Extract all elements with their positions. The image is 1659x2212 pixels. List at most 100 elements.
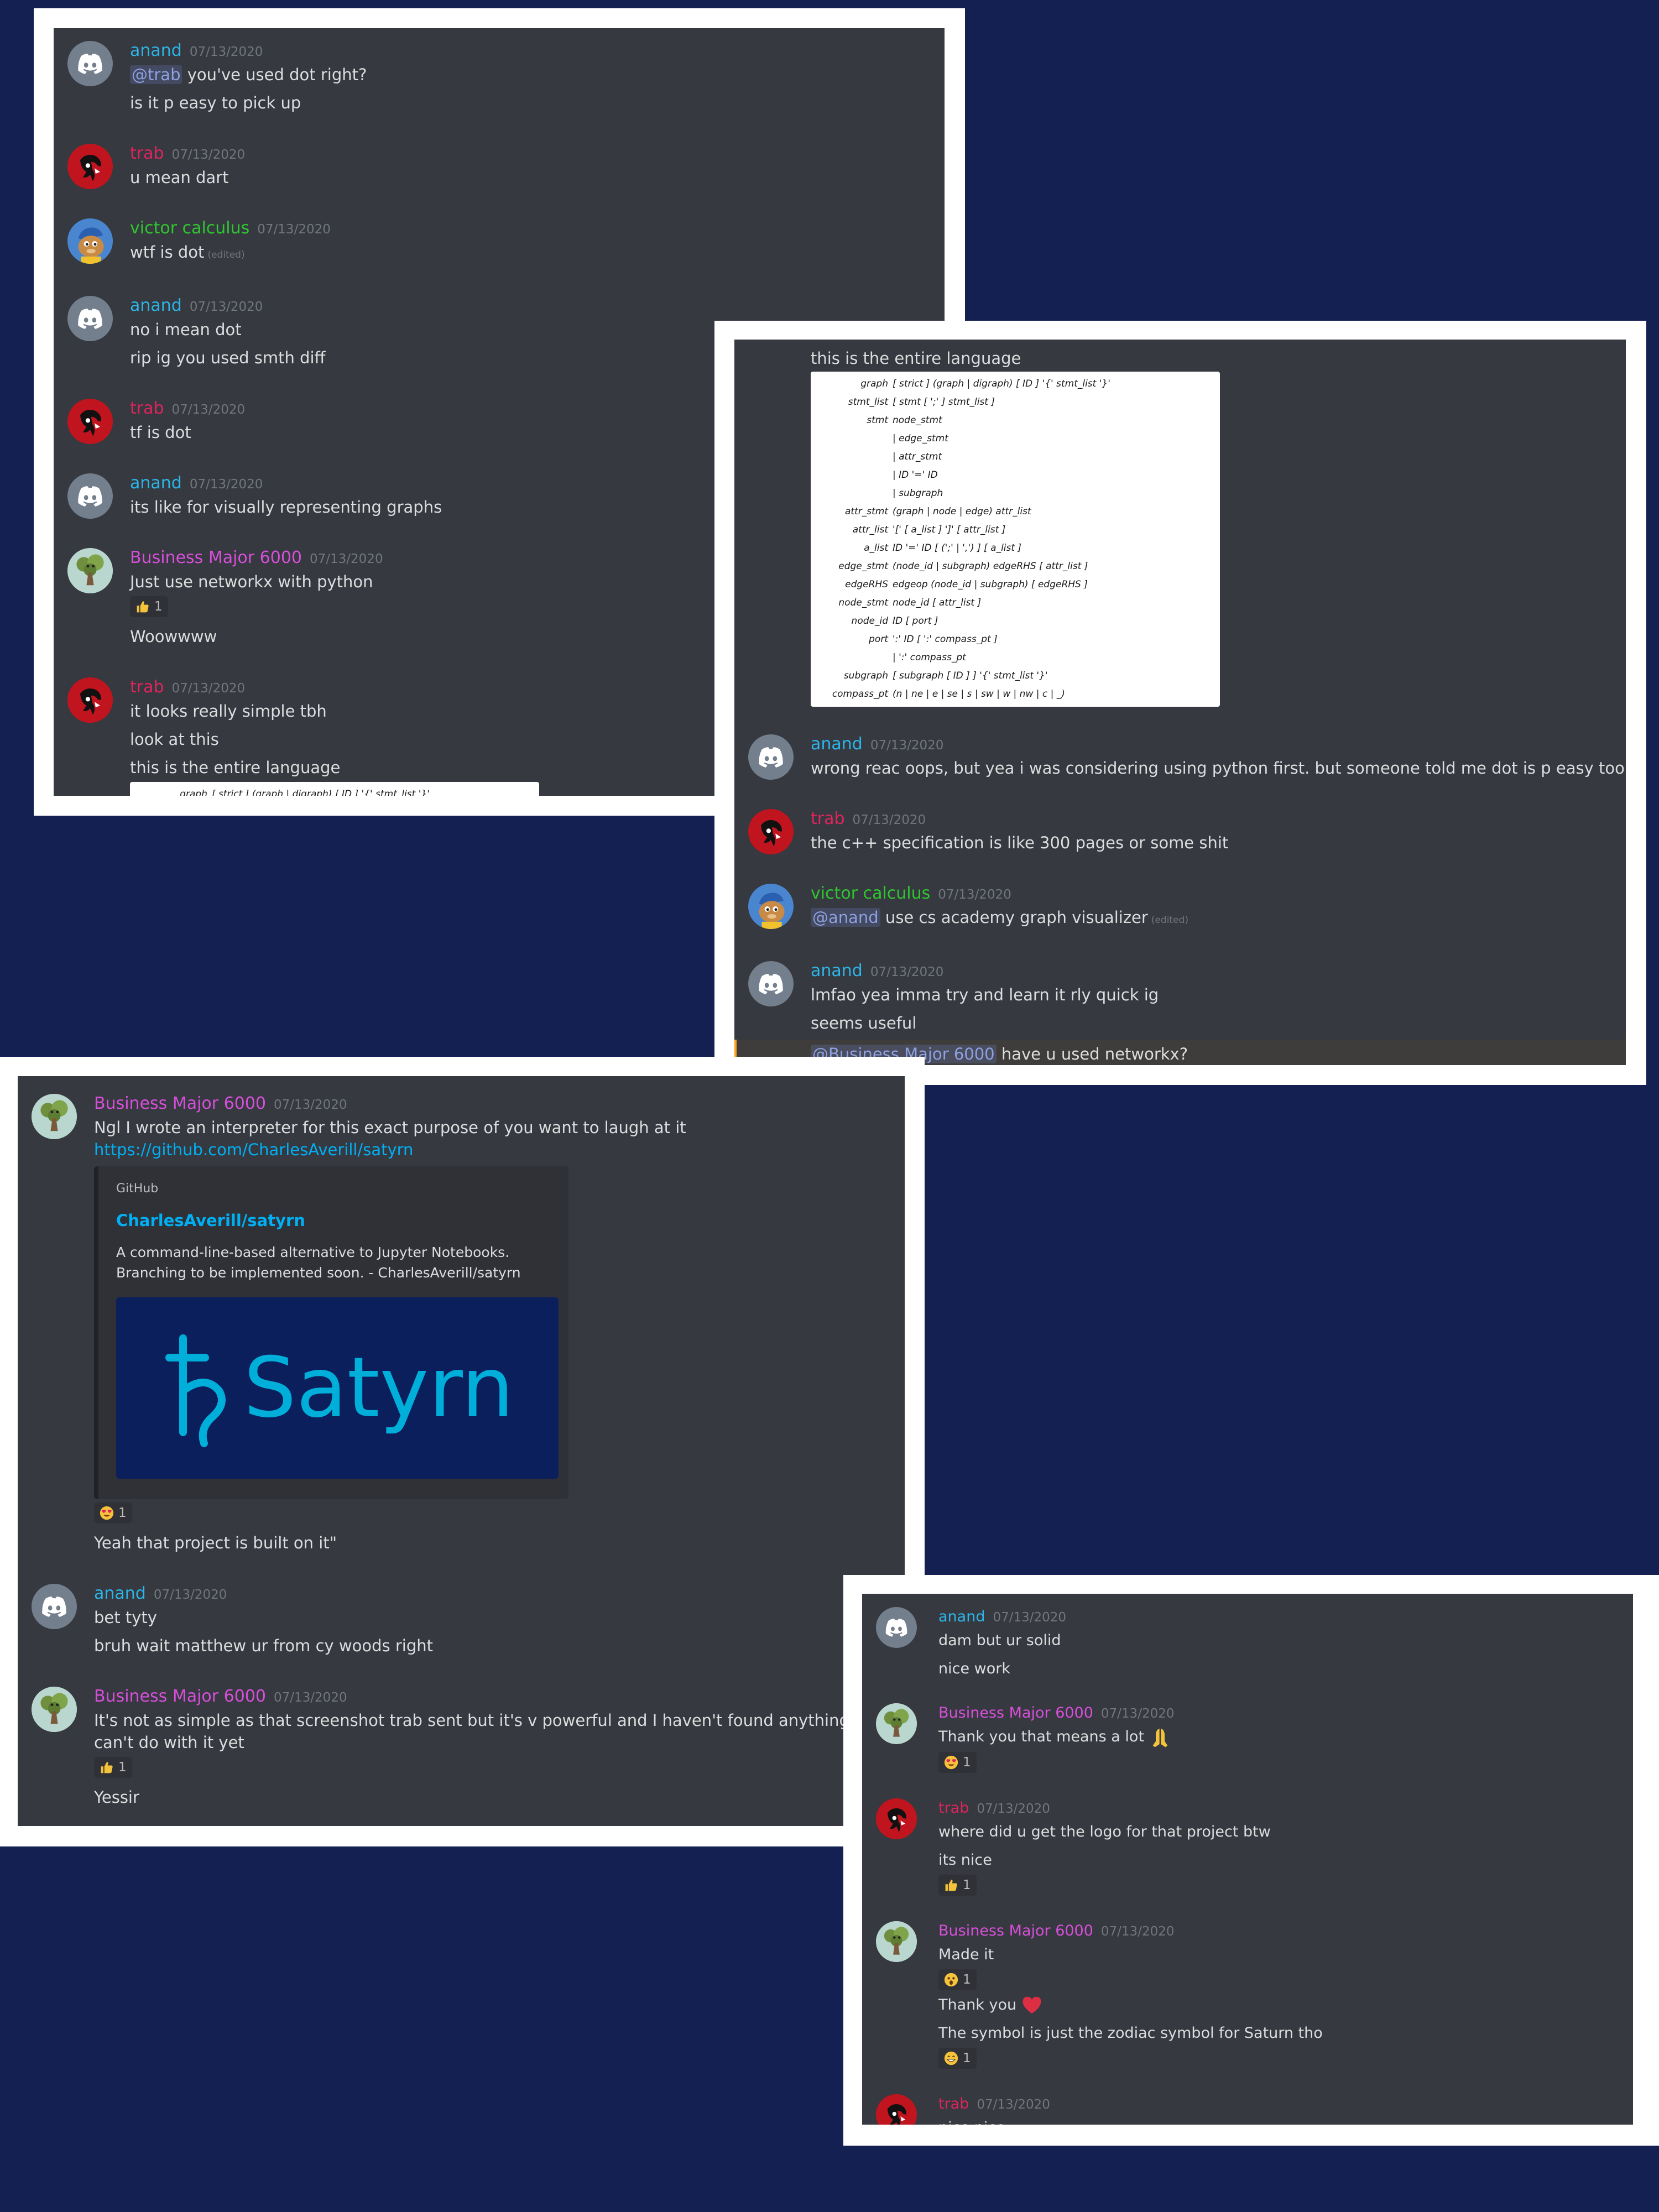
grammar-row: a_list ID '=' ID [ (';' | ',') ] [ a_list…: [864, 542, 1022, 554]
avatar[interactable]: [748, 809, 794, 854]
avatar[interactable]: [876, 2094, 917, 2125]
astonished-icon: [944, 1973, 958, 1987]
avatar[interactable]: [67, 548, 113, 593]
reaction-astonished[interactable]: 1: [938, 1969, 977, 1990]
username[interactable]: Business Major 6000: [94, 1687, 266, 1706]
username[interactable]: anand: [938, 1608, 985, 1625]
grammar-row: subgraph[ subgraph [ ID ] ] '{' stmt_lis…: [843, 670, 1048, 681]
message-text: Yessir: [94, 1788, 139, 1807]
screenshot-collage: { "users": { "anand": "anand", "trab": "…: [0, 0, 1659, 2212]
reaction-thumbs-up[interactable]: 1: [94, 1757, 132, 1778]
reaction-count: 1: [963, 1877, 971, 1892]
message-text: you've used dot right?: [182, 65, 367, 84]
timestamp: 07/13/2020: [274, 1691, 347, 1705]
avatar[interactable]: [748, 961, 794, 1006]
avatar[interactable]: [748, 734, 794, 780]
timestamp: 07/13/2020: [310, 552, 383, 566]
message-text: dam but ur solid: [938, 1632, 1061, 1649]
avatar[interactable]: [748, 884, 794, 929]
embed-image[interactable]: Satyrn: [116, 1297, 559, 1479]
grammar-row: port ':' ID [ ':' compass_pt ]: [869, 634, 998, 645]
username[interactable]: anand: [811, 734, 863, 754]
avatar[interactable]: [67, 399, 113, 444]
username[interactable]: trab: [130, 144, 164, 163]
username[interactable]: trab: [130, 399, 164, 418]
username[interactable]: victor calculus: [811, 884, 930, 903]
reaction-thumbs-up[interactable]: 1: [130, 596, 168, 617]
message-text: Thank you: [938, 1996, 1017, 2013]
message-anand: anand 07/13/2020 @trab you've used dot ri…: [54, 40, 945, 114]
username[interactable]: trab: [938, 2095, 969, 2112]
message-trab: trab 07/13/2020 the c++ specification is …: [734, 808, 1626, 854]
timestamp: 07/13/2020: [153, 1588, 227, 1602]
reaction-heart-eyes[interactable]: 1: [938, 1751, 977, 1773]
message-anand: anand 07/13/2020 bet tyty bruh wait matth…: [18, 1583, 905, 1657]
username[interactable]: anand: [130, 296, 182, 315]
username[interactable]: anand: [94, 1584, 146, 1603]
username[interactable]: Business Major 6000: [130, 548, 302, 567]
message-text: the c++ specification is like 300 pages …: [811, 833, 1229, 852]
username[interactable]: Business Major 6000: [94, 1094, 266, 1113]
timestamp: 07/13/2020: [171, 681, 246, 696]
avatar[interactable]: [32, 1584, 77, 1629]
user-mention[interactable]: @anand: [811, 908, 880, 927]
avatar[interactable]: [67, 218, 113, 264]
avatar[interactable]: [67, 296, 113, 341]
message-text: Ngl I wrote an interpreter for this exac…: [94, 1118, 686, 1137]
avatar[interactable]: [67, 677, 113, 723]
timestamp: 07/13/2020: [189, 45, 263, 59]
avatar[interactable]: [67, 41, 113, 86]
avatar[interactable]: [67, 144, 113, 189]
grammar-row: graph[ strict ] (graph | digraph) [ ID ]…: [860, 378, 1110, 389]
avatar[interactable]: [876, 1798, 917, 1839]
grammar-image-preview[interactable]: graph[ strict ] (graph | digraph) [ ID ]…: [130, 782, 539, 796]
embed-title[interactable]: CharlesAverill/satyrn: [116, 1211, 551, 1230]
user-mention[interactable]: @trab: [130, 65, 182, 84]
reaction-thumbs-up[interactable]: 1: [938, 1874, 977, 1896]
username[interactable]: Business Major 6000: [938, 1922, 1093, 1939]
username[interactable]: Business Major 6000: [938, 1704, 1093, 1721]
username[interactable]: trab: [130, 677, 164, 697]
avatar[interactable]: [32, 1094, 77, 1139]
message-text: where did u get the logo for that projec…: [938, 1823, 1271, 1840]
username[interactable]: trab: [811, 809, 845, 828]
chat-panel-2[interactable]: this is the entire language graph[ stric…: [734, 340, 1626, 1065]
discord-logo-icon: [35, 1587, 74, 1626]
business-major-avatar-icon: [876, 1921, 917, 1962]
avatar[interactable]: [876, 1703, 917, 1744]
trab-avatar-icon: [876, 2094, 917, 2125]
reaction-heart-eyes[interactable]: 1: [94, 1503, 132, 1524]
avatar[interactable]: [32, 1687, 77, 1732]
reaction-grin[interactable]: 1: [938, 2047, 977, 2069]
timestamp: 07/13/2020: [977, 2097, 1050, 2112]
avatar[interactable]: [876, 1921, 917, 1962]
avatar[interactable]: [67, 473, 113, 519]
message-text: The symbol is just the zodiac symbol for…: [938, 2024, 1323, 2042]
saturn-symbol-icon: [165, 1334, 226, 1447]
username[interactable]: anand: [811, 961, 863, 980]
username[interactable]: victor calculus: [130, 218, 249, 238]
business-major-avatar-icon: [876, 1703, 917, 1744]
business-major-avatar-icon: [32, 1687, 77, 1732]
reaction-count: 1: [963, 1972, 971, 1987]
message-text: use cs academy graph visualizer: [880, 908, 1148, 927]
timestamp: 07/13/2020: [1100, 1707, 1175, 1721]
avatar[interactable]: [876, 1607, 917, 1648]
message-text: It's not as simple as that screenshot tr…: [94, 1711, 884, 1752]
username[interactable]: anand: [130, 473, 182, 493]
message-trab: trab 07/13/2020 nice nice: [862, 2093, 1633, 2125]
github-link[interactable]: https://github.com/CharlesAverill/satyrn: [94, 1139, 905, 1161]
chat-panel-3[interactable]: Business Major 6000 07/13/2020 Ngl I wrot…: [18, 1076, 905, 1826]
timestamp: 07/13/2020: [870, 965, 944, 979]
timestamp: 07/13/2020: [257, 222, 331, 237]
grammar-row: node_stmt node_id [ attr_list ]: [838, 597, 982, 608]
timestamp: 07/13/2020: [977, 1801, 1050, 1816]
link-embed: GitHub CharlesAverill/satyrn A command-l…: [94, 1166, 568, 1499]
message-text: Thank you that means a lot: [938, 1728, 1145, 1745]
grammar-image[interactable]: graph[ strict ] (graph | digraph) [ ID ]…: [811, 372, 1220, 707]
chat-panel-4[interactable]: anand 07/13/2020 dam but ur solid nice wo…: [862, 1594, 1633, 2125]
message-text: nice work: [938, 1660, 1010, 1677]
username[interactable]: trab: [938, 1799, 969, 1817]
username[interactable]: anand: [130, 41, 182, 60]
embed-provider[interactable]: GitHub: [116, 1182, 551, 1196]
